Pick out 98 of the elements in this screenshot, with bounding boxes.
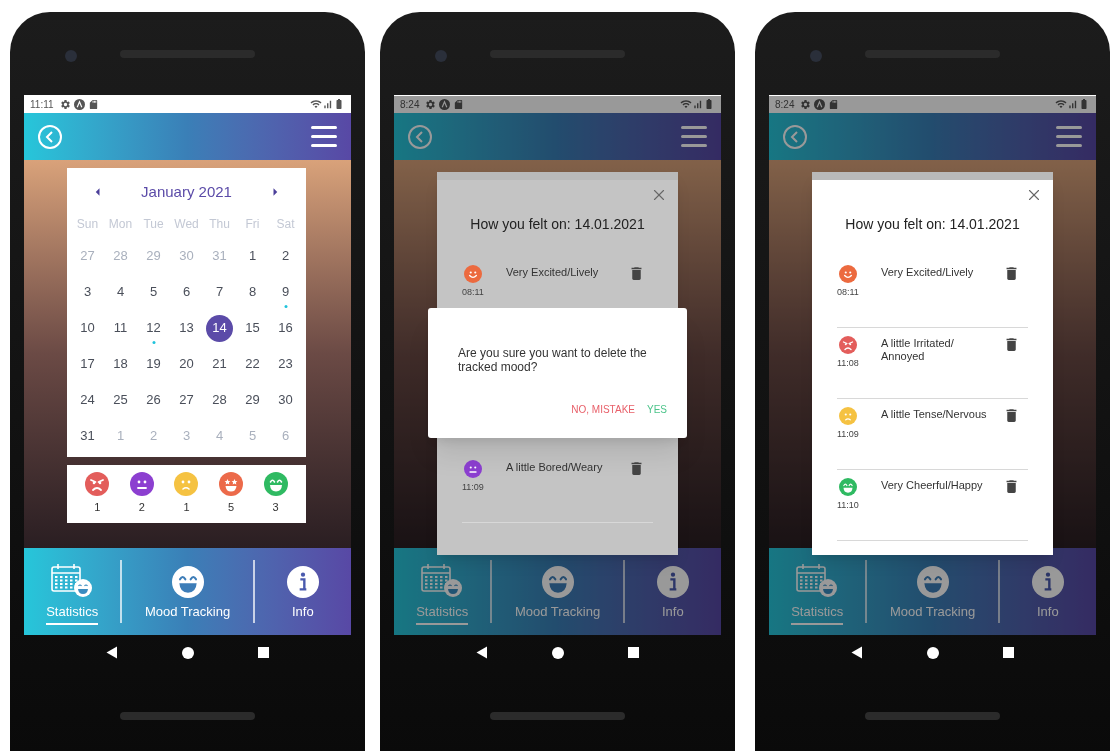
weekday-label: Fri xyxy=(244,216,261,233)
wifi-icon xyxy=(1055,98,1067,110)
confirm-message: Are you sure you want to delete the tracked mood? xyxy=(458,346,648,374)
calendar-day[interactable]: 27 xyxy=(173,386,200,414)
calendar-day[interactable]: 1 xyxy=(239,242,266,270)
calendar-day[interactable]: 6 xyxy=(173,278,200,306)
calendar-day[interactable]: 16 xyxy=(272,314,299,342)
letter-a-icon xyxy=(439,98,451,110)
status-time: 11:11 xyxy=(30,97,54,112)
mood-label: Very Cheerful/Happy xyxy=(881,479,984,492)
calendar-day[interactable]: 19 xyxy=(140,350,167,378)
weekday-label: Mon xyxy=(107,216,134,233)
mood-count: 2 xyxy=(138,500,145,516)
sd-card-icon xyxy=(87,98,99,110)
settings-icon xyxy=(800,98,812,110)
signal-icon xyxy=(1067,98,1078,110)
calendar-day[interactable]: 24 xyxy=(74,386,101,414)
entry-time: 11:08 xyxy=(837,357,859,370)
calendar-day[interactable]: 22 xyxy=(239,350,266,378)
popup-title: How you felt on: 14.01.2021 xyxy=(844,215,1021,234)
grinning-face-icon xyxy=(171,565,204,598)
letter-a-icon xyxy=(73,98,85,110)
info-icon xyxy=(656,565,689,598)
calendar-day[interactable]: 28 xyxy=(206,386,233,414)
month-title: January 2021 xyxy=(141,181,232,202)
mood-count: 1 xyxy=(94,500,101,516)
nav-tab[interactable]: Mood Tracking xyxy=(122,558,253,625)
entry-time: 08:11 xyxy=(837,286,859,299)
back-triangle-icon[interactable] xyxy=(106,646,118,659)
chevron-left-icon xyxy=(415,130,425,143)
calendar-smiley-icon xyxy=(50,561,95,598)
mood-count: 1 xyxy=(183,500,190,516)
calendar-day[interactable]: 30 xyxy=(272,386,299,414)
weekday-label: Sun xyxy=(75,216,100,233)
menu-button[interactable] xyxy=(311,124,337,149)
sd-card-icon xyxy=(453,98,465,110)
calendar-day[interactable]: 17 xyxy=(74,350,101,378)
weekday-label: Sat xyxy=(275,216,296,233)
menu-button[interactable] xyxy=(681,124,707,149)
entry-time: 11:09 xyxy=(462,481,484,494)
mood-label: A little Bored/Weary xyxy=(506,461,604,474)
weekday-label: Wed xyxy=(173,216,200,233)
calendar-day[interactable]: 21 xyxy=(206,350,233,378)
calendar-day[interactable]: 8 xyxy=(239,278,266,306)
calendar-day[interactable]: 31 xyxy=(74,422,101,450)
calendar-day[interactable]: 7 xyxy=(206,278,233,306)
calendar-day[interactable]: 4 xyxy=(107,278,134,306)
sd-card-icon xyxy=(828,98,840,110)
settings-icon xyxy=(59,98,71,110)
calendar-day[interactable]: 14 xyxy=(206,314,233,342)
menu-button[interactable] xyxy=(1056,124,1082,149)
calendar-day[interactable]: 18 xyxy=(107,350,134,378)
nav-tab[interactable]: Info xyxy=(254,558,351,625)
wifi-icon xyxy=(310,98,322,110)
mood-count: 5 xyxy=(228,500,235,516)
signal-icon xyxy=(322,98,333,110)
chevron-left-icon xyxy=(790,130,800,143)
calendar-day[interactable]: 15 xyxy=(239,314,266,342)
dialog-button[interactable]: NO, MISTAKE xyxy=(571,402,635,417)
info-icon xyxy=(1031,565,1064,598)
calendar-day[interactable]: 12 xyxy=(140,314,167,342)
mood-count: 3 xyxy=(272,500,279,516)
calendar-smiley-icon xyxy=(795,561,840,598)
calendar-day[interactable]: 3 xyxy=(74,278,101,306)
info-icon xyxy=(286,565,319,598)
grinning-face-icon xyxy=(916,565,949,598)
weekday-label: Tue xyxy=(142,216,165,233)
calendar-day[interactable]: 11 xyxy=(107,314,134,342)
mood-label: Very Excited/Lively xyxy=(881,266,975,279)
calendar-day[interactable]: 23 xyxy=(272,350,299,378)
calendar-day[interactable]: 25 xyxy=(107,386,134,414)
wifi-icon xyxy=(680,98,692,110)
calendar-day[interactable]: 20 xyxy=(173,350,200,378)
settings-icon xyxy=(425,98,437,110)
status-time: 8:24 xyxy=(400,97,420,112)
calendar-day[interactable]: 10 xyxy=(74,314,101,342)
status-time: 8:24 xyxy=(775,97,795,112)
letter-a-icon xyxy=(814,98,826,110)
popup-title: How you felt on: 14.01.2021 xyxy=(469,215,646,234)
entry-time: 11:10 xyxy=(837,499,859,512)
calendar-day[interactable]: 13 xyxy=(173,314,200,342)
back-triangle-icon[interactable] xyxy=(851,646,863,659)
back-triangle-icon[interactable] xyxy=(476,646,488,659)
entry-time: 11:09 xyxy=(837,428,859,441)
calendar-smiley-icon xyxy=(420,561,465,598)
signal-icon xyxy=(692,98,703,110)
entry-time: 08:11 xyxy=(462,286,484,299)
calendar-day[interactable]: 2 xyxy=(272,242,299,270)
grinning-face-icon xyxy=(541,565,574,598)
calendar-day[interactable]: 26 xyxy=(140,386,167,414)
chevron-left-icon xyxy=(45,130,55,143)
mood-label: A little Irritated/ Annoyed xyxy=(881,337,955,363)
calendar-day[interactable]: 29 xyxy=(239,386,266,414)
mood-label: Very Excited/Lively xyxy=(506,266,600,279)
calendar-day[interactable]: 9 xyxy=(272,278,299,306)
weekday-label: Thu xyxy=(208,216,231,233)
mood-label: A little Tense/Nervous xyxy=(881,408,988,421)
calendar-day[interactable]: 5 xyxy=(140,278,167,306)
